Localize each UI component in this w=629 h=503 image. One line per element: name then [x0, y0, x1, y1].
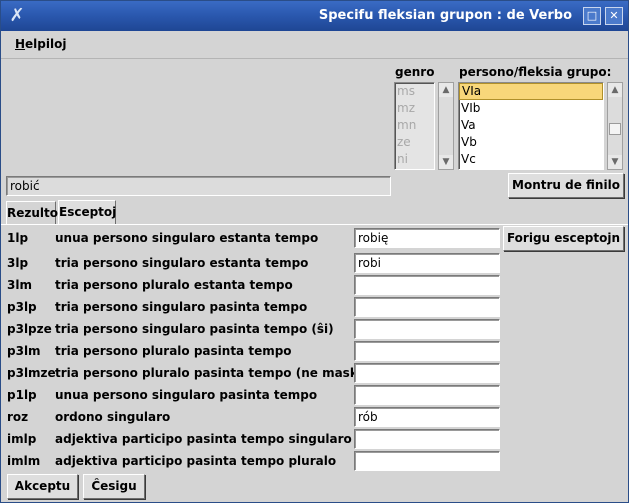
tab-results[interactable]: Rezulto: [6, 201, 58, 224]
genro-label: genro: [395, 65, 435, 79]
row-value-field[interactable]: [354, 275, 500, 295]
close-button[interactable]: ✕: [605, 7, 623, 25]
row-code: 3lp: [7, 256, 29, 270]
genro-item: mn: [397, 118, 417, 132]
row-description: tria persono singularo pasinta tempo: [55, 300, 308, 314]
row-code: p3lmze: [7, 366, 56, 380]
row-description: tria persono singularo estanta tempo: [55, 256, 309, 270]
row-code: imlm: [7, 454, 41, 468]
accept-button[interactable]: Akceptu: [7, 474, 78, 499]
menu-help[interactable]: Helpiloj: [15, 37, 66, 51]
genro-scrollbar[interactable]: ▲ ▼: [438, 82, 454, 170]
row-code: 3lm: [7, 278, 32, 292]
dialog-window: ✗ Specifu fleksian grupon : de Verbo □ ✕…: [0, 0, 629, 503]
persono-label: persono/fleksia grupo:: [459, 65, 612, 79]
persono-item[interactable]: Va: [459, 117, 603, 134]
scroll-up-icon[interactable]: ▲: [439, 83, 453, 97]
row-description: tria persono pluralo pasinta tempo (ne m…: [55, 366, 397, 380]
tab-exceptions[interactable]: Esceptoj: [58, 200, 116, 225]
window-title: Specifu fleksian grupon : de Verbo: [318, 8, 572, 23]
row-value-field[interactable]: [354, 319, 500, 339]
x-app-icon[interactable]: ✗: [7, 6, 27, 26]
row-value-field[interactable]: [354, 451, 500, 471]
menu-bar: Helpiloj: [1, 31, 628, 59]
row-description: unua persono singularo estanta tempo: [55, 231, 319, 245]
row-description: adjektiva participo pasinta tempo plural…: [55, 454, 337, 468]
genro-item: ni: [397, 152, 408, 166]
tab-divider: [1, 224, 628, 225]
title-bar[interactable]: ✗ Specifu fleksian grupon : de Verbo □ ✕: [1, 1, 628, 31]
row-value-field[interactable]: [354, 429, 500, 449]
menu-help-label: elpiloj: [25, 37, 67, 51]
row-code: p1lp: [7, 388, 37, 402]
remove-exceptions-button[interactable]: Forigu esceptojn: [503, 226, 624, 251]
row-description: ordono singularo: [55, 410, 171, 424]
persono-item[interactable]: Vc: [459, 151, 603, 168]
row-code: p3lp: [7, 300, 37, 314]
row-value-field[interactable]: [354, 341, 500, 361]
persono-item[interactable]: Vb: [459, 134, 603, 151]
scroll-thumb[interactable]: [609, 123, 621, 135]
row-code: roz: [7, 410, 29, 424]
maximize-button[interactable]: □: [583, 7, 601, 25]
row-description: tria persono pluralo pasinta tempo: [55, 344, 292, 358]
row-description: unua persono singularo pasinta tempo: [55, 388, 318, 402]
row-value-field[interactable]: rób: [354, 407, 500, 427]
row-value-field[interactable]: [354, 297, 500, 317]
row-value-field[interactable]: [354, 363, 500, 383]
persono-item[interactable]: VIb: [459, 100, 603, 117]
word-field[interactable]: robić: [6, 176, 391, 196]
genro-item: ms: [397, 84, 415, 98]
scroll-up-icon[interactable]: ▲: [608, 83, 622, 97]
row-value-field[interactable]: robię: [354, 228, 500, 248]
row-value-field[interactable]: robi: [354, 253, 500, 273]
persono-scrollbar[interactable]: ▲ ▼: [607, 82, 623, 170]
row-code: 1lp: [7, 231, 29, 245]
show-forms-button[interactable]: Montru de finilo: [508, 173, 624, 198]
row-code: p3lpze: [7, 322, 52, 336]
row-code: p3lm: [7, 344, 41, 358]
row-description: tria persono singularo pasinta tempo (ŝi…: [55, 322, 334, 336]
scroll-down-icon[interactable]: ▼: [608, 155, 622, 169]
row-description: tria persono pluralo estanta tempo: [55, 278, 293, 292]
persono-item-selected[interactable]: VIa: [459, 83, 603, 100]
scroll-down-icon[interactable]: ▼: [439, 155, 453, 169]
row-description: adjektiva participo pasinta tempo singul…: [55, 432, 352, 446]
menu-help-mnemonic: H: [15, 37, 26, 51]
genro-list: ms mz mn ze ni: [394, 82, 435, 170]
row-value-field[interactable]: [354, 385, 500, 405]
cancel-button[interactable]: Ĉesigu: [83, 474, 145, 499]
genro-item: mz: [397, 101, 415, 115]
genro-item: ze: [397, 135, 411, 149]
persono-list[interactable]: VIa VIb Va Vb Vc: [458, 82, 604, 170]
row-code: imlp: [7, 432, 37, 446]
